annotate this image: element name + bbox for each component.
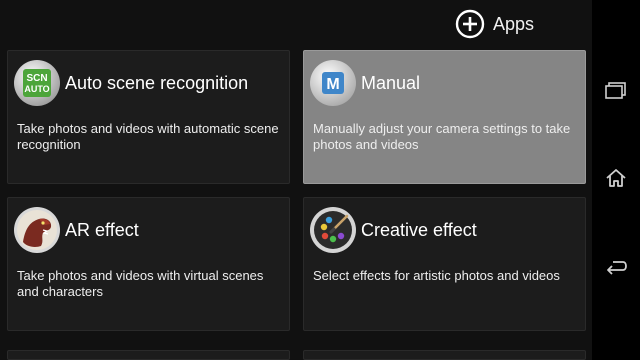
navigation-bar xyxy=(592,0,640,360)
mode-description: Manually adjust your camera settings to … xyxy=(313,121,571,152)
dinosaur-icon xyxy=(13,206,61,254)
svg-text:AUTO: AUTO xyxy=(24,84,49,94)
mode-description: Take photos and videos with virtual scen… xyxy=(17,268,264,299)
recent-apps-button[interactable] xyxy=(592,73,640,113)
back-button[interactable] xyxy=(592,250,640,290)
mode-description: Take photos and videos with automatic sc… xyxy=(17,121,279,152)
home-button[interactable] xyxy=(592,160,640,200)
mode-description: Select effects for artistic photos and v… xyxy=(313,268,560,283)
mode-card-partial[interactable] xyxy=(303,350,586,360)
mode-title: Auto scene recognition xyxy=(65,73,249,93)
svg-text:M: M xyxy=(326,76,339,93)
back-icon xyxy=(604,258,628,283)
plus-circle-icon xyxy=(455,9,485,39)
apps-label: Apps xyxy=(493,13,535,34)
camera-mode-list: Apps SCN AUTO Auto scene recognition Tak… xyxy=(0,0,592,360)
mode-title: Creative effect xyxy=(361,220,477,240)
mode-card-partial[interactable] xyxy=(7,350,290,360)
manual-m-icon: M xyxy=(309,59,357,107)
svg-text:SCN: SCN xyxy=(26,73,47,84)
mode-title: AR effect xyxy=(65,220,139,240)
mode-card-auto-scene[interactable]: SCN AUTO Auto scene recognition Take pho… xyxy=(7,50,290,184)
paint-palette-icon xyxy=(309,206,357,254)
scn-auto-icon: SCN AUTO xyxy=(13,59,61,107)
mode-card-ar-effect[interactable]: AR effect Take photos and videos with vi… xyxy=(7,197,290,331)
recent-apps-icon xyxy=(604,81,628,106)
mode-card-creative-effect[interactable]: Creative effect Select effects for artis… xyxy=(303,197,586,331)
apps-button[interactable]: Apps xyxy=(455,8,534,40)
mode-card-manual[interactable]: M Manual Manually adjust your camera set… xyxy=(303,50,586,184)
mode-title: Manual xyxy=(361,73,421,93)
home-icon xyxy=(604,167,628,194)
